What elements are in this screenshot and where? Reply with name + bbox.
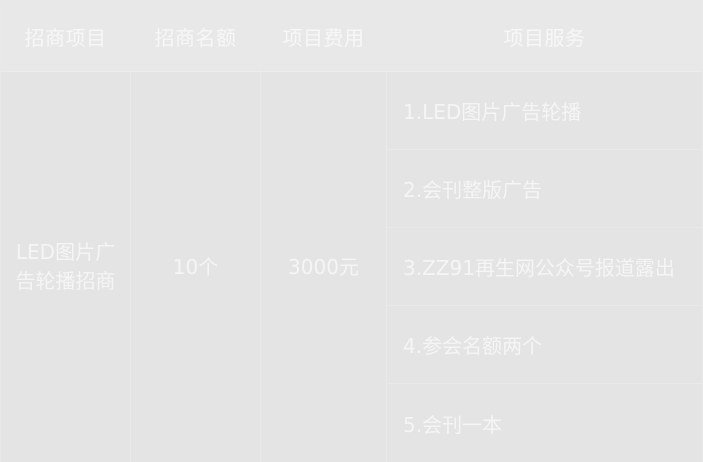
header-fee: 项目费用 [261, 1, 387, 71]
header-quota: 招商名额 [131, 1, 261, 71]
quota-cell: 10个 [131, 72, 261, 462]
header-project: 招商项目 [1, 1, 131, 71]
service-item: 3.ZZ91再生网公众号报道露出 [387, 228, 702, 306]
service-item: 4.参会名额两个 [387, 306, 702, 384]
header-services: 项目服务 [503, 25, 586, 50]
service-item: 5.会刊一本 [403, 412, 503, 437]
table-header-row: 招商项目 招商名额 项目费用 项目服务 [1, 1, 702, 72]
service-item: 2.会刊整版广告 [387, 150, 702, 228]
services-cell: 1.LED图片广告轮播 2.会刊整版广告 3.ZZ91再生网公众号报道露出 4.… [387, 72, 702, 462]
service-item: 1.LED图片广告轮播 [387, 72, 702, 150]
project-cell: LED图片广告轮播招商 [1, 72, 131, 462]
project-name: LED图片广告轮播招商 [15, 240, 116, 293]
fee-cell: 3000元 [261, 72, 387, 462]
services-list: 1.LED图片广告轮播 2.会刊整版广告 3.ZZ91再生网公众号报道露出 4.… [387, 72, 702, 462]
sponsorship-table: 招商项目 招商名额 项目费用 项目服务 LED图片广告轮播招商 10个 3000… [0, 0, 703, 462]
table-row: LED图片广告轮播招商 10个 3000元 1.LED图片广告轮播 2.会刊整版… [1, 72, 702, 462]
